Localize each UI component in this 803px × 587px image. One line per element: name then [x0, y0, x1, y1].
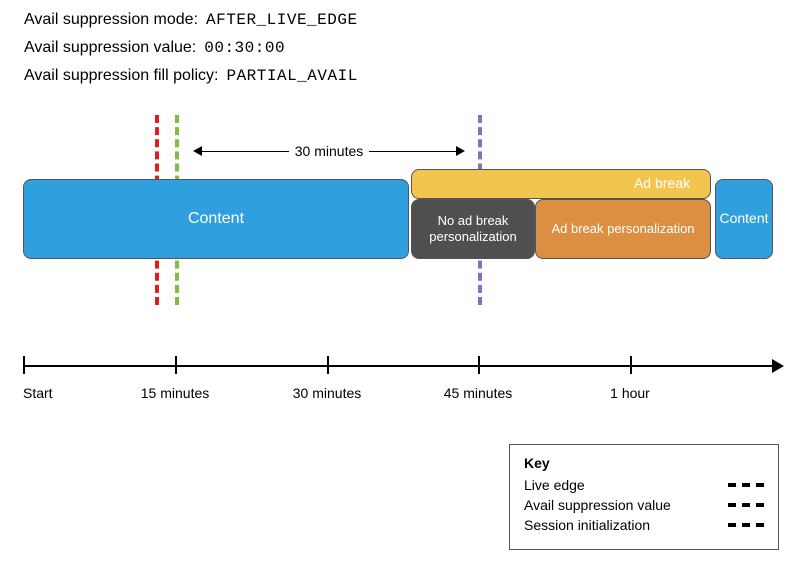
- tick-label-45: 45 minutes: [444, 385, 512, 401]
- arrow-right-icon: [772, 359, 784, 373]
- suppression-range-label: 30 minutes: [289, 143, 369, 159]
- setting-fill-value: PARTIAL_AVAIL: [226, 62, 357, 90]
- timeline: Content Ad break No ad break personaliza…: [23, 169, 773, 269]
- legend-swatch-green: [728, 483, 764, 487]
- tick: [478, 356, 480, 374]
- content-block-1: Content: [23, 179, 409, 259]
- tick: [23, 356, 25, 374]
- content-block-2: Content: [715, 179, 773, 259]
- setting-value-label: Avail suppression value:: [24, 34, 196, 62]
- ad-break-block: Ad break: [411, 169, 711, 199]
- tick: [327, 356, 329, 374]
- legend-title: Key: [524, 455, 764, 471]
- arrow-right-icon: [456, 146, 465, 156]
- tick: [630, 356, 632, 374]
- settings-block: Avail suppression mode: AFTER_LIVE_EDGE …: [24, 6, 358, 90]
- tick-label-60: 1 hour: [610, 385, 650, 401]
- tick-label-15: 15 minutes: [141, 385, 209, 401]
- legend-swatch-purple: [728, 503, 764, 507]
- tick: [175, 356, 177, 374]
- setting-mode-value: AFTER_LIVE_EDGE: [206, 6, 358, 34]
- legend-label: Session initialization: [524, 517, 650, 533]
- legend: Key Live edge Avail suppression value Se…: [509, 444, 779, 550]
- setting-fill-label: Avail suppression fill policy:: [24, 62, 218, 90]
- no-ad-personalization-block: No ad break personalization: [411, 199, 535, 259]
- legend-item-session: Session initialization: [524, 517, 764, 533]
- arrow-left-icon: [193, 146, 202, 156]
- setting-mode-label: Avail suppression mode:: [24, 6, 198, 34]
- legend-label: Avail suppression value: [524, 497, 671, 513]
- suppression-range-arrow: 30 minutes: [193, 143, 465, 159]
- legend-label: Live edge: [524, 477, 585, 493]
- legend-item-live-edge: Live edge: [524, 477, 764, 493]
- ad-personalization-block: Ad break personalization: [535, 199, 711, 259]
- tick-label-start: Start: [23, 385, 53, 401]
- tick-label-30: 30 minutes: [293, 385, 361, 401]
- legend-item-avail: Avail suppression value: [524, 497, 764, 513]
- setting-value-value: 00:30:00: [204, 34, 285, 62]
- legend-swatch-red: [728, 523, 764, 527]
